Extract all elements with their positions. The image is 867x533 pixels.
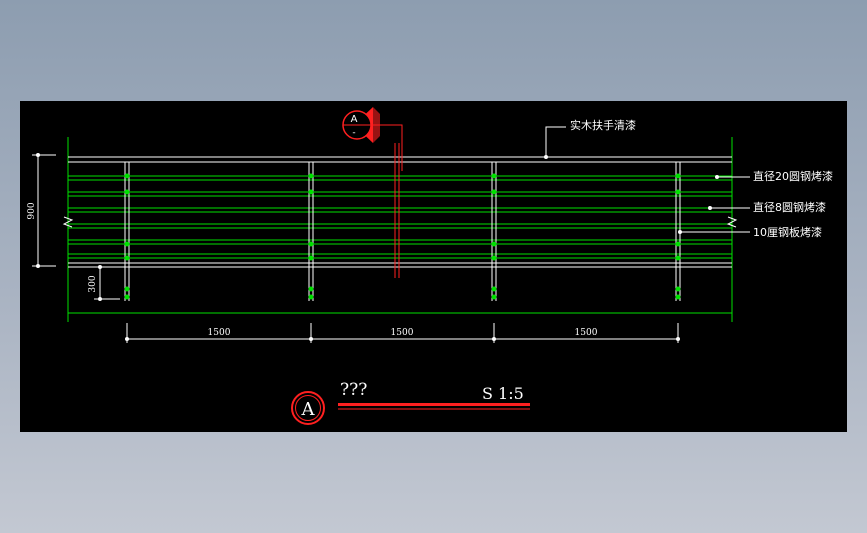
railing-elevation: A - 实木扶手清漆 直径20圆钢烤漆 直径8圆钢烤漆 10厘钢板烤漆 900 … [27, 107, 833, 425]
break-mark-right [726, 216, 738, 228]
dim-span-2: 1500 [391, 328, 414, 338]
cad-drawing-area: A - 实木扶手清漆 直径20圆钢烤漆 直径8圆钢烤漆 10厘钢板烤漆 900 … [20, 101, 847, 432]
label-steel-plate: 10厘钢板烤漆 [753, 225, 822, 239]
baluster-2 [308, 162, 314, 301]
section-callout: A - [342, 107, 380, 143]
horizontal-bars [68, 175, 732, 314]
baluster-3 [491, 162, 497, 301]
title-letter: A [301, 399, 316, 420]
title-block: A ??? S 1:5 [291, 380, 530, 425]
title-text: ??? [340, 380, 367, 400]
label-round-bar-20: 直径20圆钢烤漆 [753, 169, 833, 183]
label-round-bar-8: 直径8圆钢烤漆 [753, 200, 826, 214]
label-handrail: 实木扶手清漆 [570, 118, 636, 132]
callout-letter: A [351, 114, 358, 125]
dim-height-total: 900 [27, 202, 37, 219]
break-mark-left [62, 216, 74, 228]
dim-height-bottom: 300 [88, 275, 98, 292]
balusters [124, 162, 681, 301]
title-scale: S 1:5 [482, 384, 524, 403]
dim-span-3: 1500 [575, 328, 598, 338]
callout-sub: - [352, 128, 355, 138]
dim-span-1: 1500 [208, 328, 231, 338]
baluster-1 [124, 162, 130, 301]
section-cut-line [373, 124, 403, 278]
